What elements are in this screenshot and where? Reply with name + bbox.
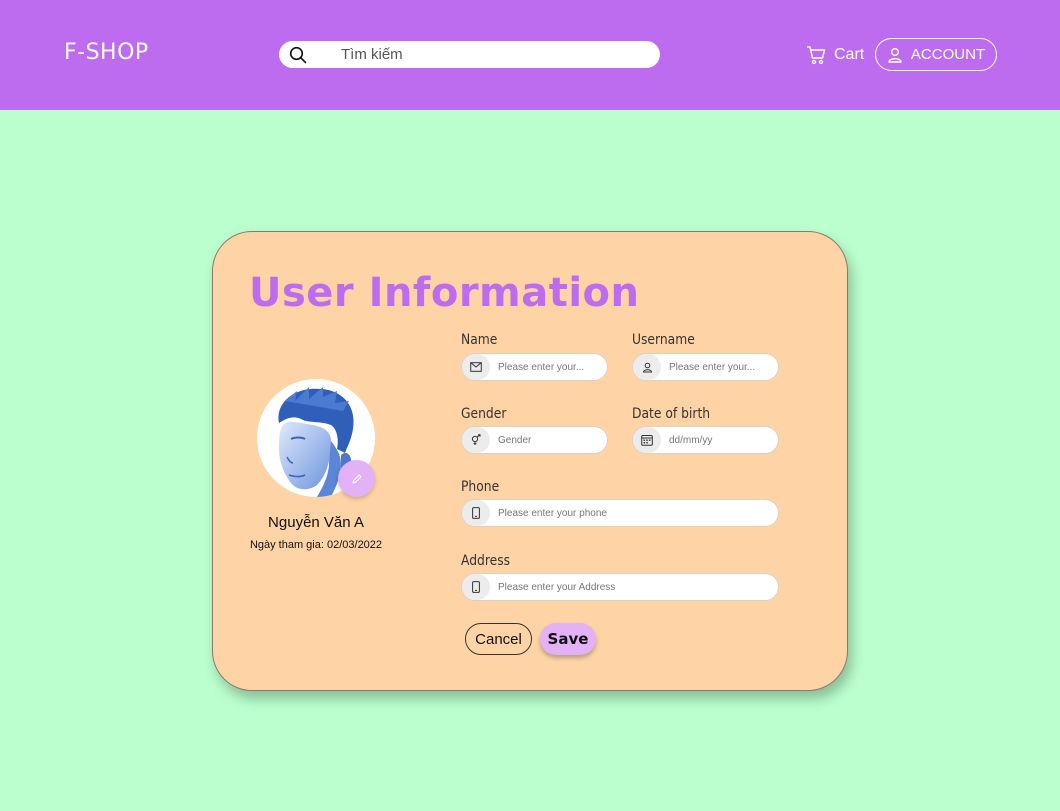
search-input[interactable] [341, 44, 641, 65]
shop-logo[interactable]: F-SHOP [64, 40, 149, 65]
phone-icon [462, 500, 490, 526]
phone-label: Phone [461, 479, 500, 495]
user-info-card: User Information Nguyễn Văn A Ngày tham … [212, 231, 848, 691]
gender-input[interactable] [498, 431, 602, 449]
address-label: Address [461, 553, 511, 569]
edit-avatar-button[interactable] [338, 460, 375, 497]
join-date-value: 02/03/2022 [326, 539, 383, 551]
cart-icon [807, 46, 826, 65]
phone-icon [462, 574, 490, 600]
username-input[interactable] [669, 358, 773, 376]
name-field[interactable] [461, 353, 608, 381]
account-label: ACCOUNT [910, 46, 986, 63]
dob-input[interactable] [669, 431, 773, 449]
calendar-icon [633, 427, 661, 453]
gender-label: Gender [461, 406, 507, 422]
username-label: Username [632, 332, 695, 348]
save-button[interactable]: Save [540, 623, 596, 655]
join-date-label: Ngày tham gia: [249, 539, 324, 551]
dob-field[interactable] [632, 426, 779, 454]
user-icon [888, 47, 902, 63]
user-icon [633, 354, 661, 380]
name-input[interactable] [498, 358, 602, 376]
profile-name: Nguyễn Văn A [268, 514, 364, 531]
account-button[interactable]: ACCOUNT [875, 38, 997, 71]
gender-field[interactable] [461, 426, 608, 454]
pencil-icon [351, 473, 362, 484]
dob-label: Date of birth [632, 406, 711, 422]
search-bar[interactable] [279, 41, 660, 68]
search-icon[interactable] [289, 46, 307, 64]
top-header: F-SHOP Cart ACCOUNT [0, 0, 1060, 110]
page-title: User Information [249, 270, 640, 316]
address-input[interactable] [498, 578, 768, 596]
join-date-line: Ngày tham gia: 02/03/2022 [213, 539, 419, 551]
mail-icon [462, 354, 490, 380]
phone-field[interactable] [461, 499, 779, 527]
username-field[interactable] [632, 353, 779, 381]
cart-link[interactable]: Cart [806, 44, 864, 66]
address-field[interactable] [461, 573, 779, 601]
cancel-button[interactable]: Cancel [465, 623, 532, 655]
name-label: Name [461, 332, 498, 348]
phone-input[interactable] [498, 504, 768, 522]
gender-icon [462, 427, 490, 453]
cart-label: Cart [834, 46, 865, 63]
